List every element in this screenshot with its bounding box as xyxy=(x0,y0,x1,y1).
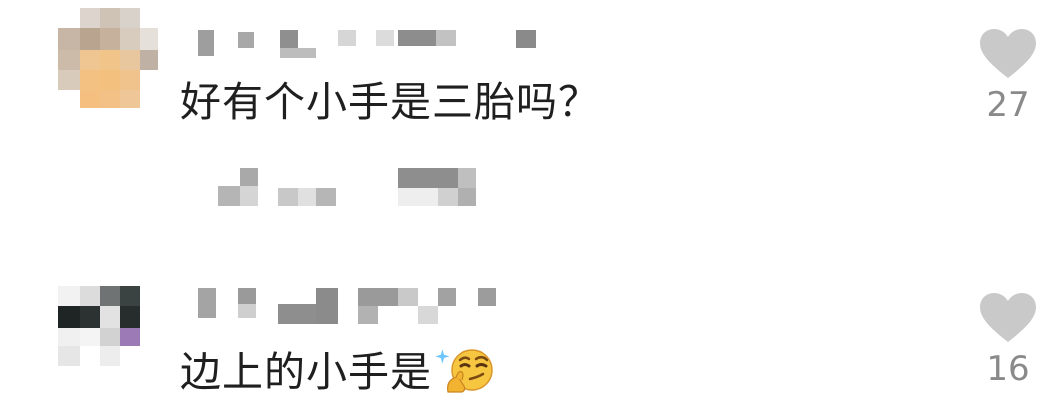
like-button[interactable]: 16 xyxy=(976,292,1038,386)
smirk-thinking-emoji xyxy=(434,346,496,401)
avatar[interactable] xyxy=(58,8,158,108)
heart-icon xyxy=(976,28,1038,80)
comment-text: 边上的小手是 xyxy=(180,346,496,401)
comment-text: 好有个小手是三胎吗？ xyxy=(180,78,600,126)
like-count: 16 xyxy=(986,349,1030,389)
heart-icon xyxy=(976,292,1038,344)
comment-text-label: 边上的小手是 xyxy=(180,348,432,396)
like-count: 27 xyxy=(986,85,1030,125)
avatar[interactable] xyxy=(58,286,158,386)
like-button[interactable]: 27 xyxy=(976,28,1038,122)
